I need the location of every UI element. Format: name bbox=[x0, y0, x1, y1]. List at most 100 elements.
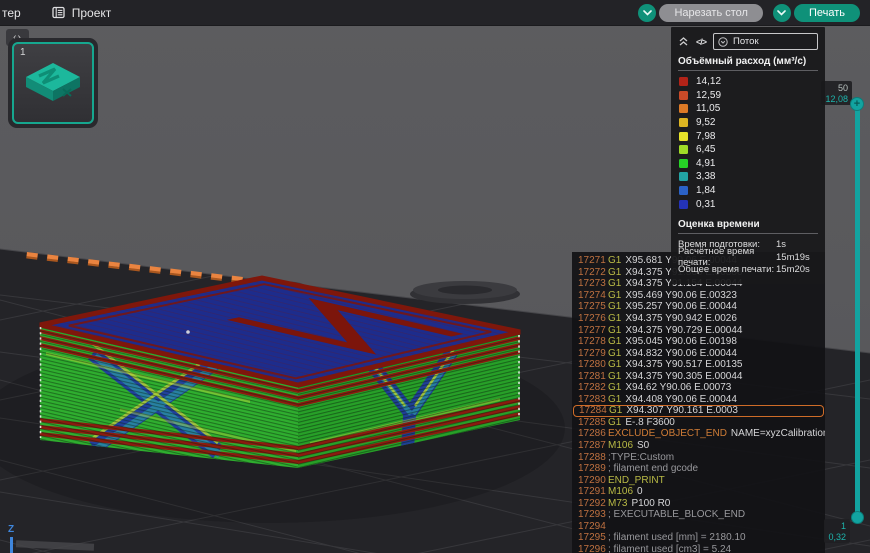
gcode-line[interactable]: 17293; EXECUTABLE_BLOCK_END bbox=[572, 509, 825, 521]
layer-slider-upper-handle[interactable]: + bbox=[850, 97, 864, 111]
legend-row: 11,05 bbox=[678, 102, 818, 116]
gcode-token: X95.045 Y90.06 E.00198 bbox=[625, 336, 737, 347]
gcode-token: G1 bbox=[608, 336, 621, 347]
gcode-line[interactable]: 17291M1060 bbox=[572, 486, 825, 498]
gcode-line-number: 17279 bbox=[578, 348, 608, 359]
time-row: Расчётное время печати:15m19s bbox=[678, 251, 818, 264]
gcode-token: X94.62 Y90.06 E.00073 bbox=[625, 382, 731, 393]
layer-slider-lower-tooltip: 1 0,32 bbox=[824, 519, 850, 543]
gcode-line[interactable]: 17282G1X94.62 Y90.06 E.00073 bbox=[572, 382, 825, 394]
gcode-line-number: 17291 bbox=[578, 486, 608, 497]
gcode-line[interactable]: 17274G1X95.469 Y90.06 E.00323 bbox=[572, 290, 825, 302]
flow-color-swatch bbox=[679, 159, 688, 168]
gcode-line-number: 17286 bbox=[578, 428, 608, 439]
slice-plate-button[interactable]: Нарезать стол bbox=[659, 4, 763, 22]
plate-number: 1 bbox=[20, 47, 26, 58]
tab-printer-partial[interactable]: тер bbox=[2, 6, 21, 20]
flow-legend-rows: 14,1212,5911,059,527,986,454,913,381,840… bbox=[678, 75, 818, 211]
gcode-line-number: 17285 bbox=[578, 417, 608, 428]
gcode-token: END_PRINT bbox=[608, 475, 665, 486]
time-value: 15m20s bbox=[776, 264, 810, 275]
gcode-line[interactable]: 17286EXCLUDE_OBJECT_ENDNAME=xyzCalibrati… bbox=[572, 428, 825, 440]
gcode-line[interactable]: 17285G1E-.8 F3600 bbox=[572, 417, 825, 429]
gcode-line-number: 17281 bbox=[578, 371, 608, 382]
lower-layer-height: 0,32 bbox=[828, 532, 846, 543]
gcode-token: G1 bbox=[608, 348, 621, 359]
gcode-line[interactable]: 17279G1X94.832 Y90.06 E.00044 bbox=[572, 347, 825, 359]
gcode-line-number: 17289 bbox=[578, 463, 608, 474]
layer-slider-lower-handle[interactable] bbox=[851, 511, 864, 524]
gcode-line[interactable]: 17296; filament used [cm3] = 5.24 bbox=[572, 544, 825, 553]
print-button[interactable]: Печать bbox=[794, 4, 860, 22]
gcode-token: EXCLUDE_OBJECT_END bbox=[608, 428, 727, 439]
gcode-line-number: 17273 bbox=[578, 278, 608, 289]
flow-value: 12,59 bbox=[696, 90, 721, 101]
gcode-token: P100 R0 bbox=[631, 498, 670, 509]
gcode-line[interactable]: 17277G1X94.375 Y90.729 E.00044 bbox=[572, 324, 825, 336]
view-mode-value: Поток bbox=[733, 36, 759, 47]
layer-slider-track[interactable] bbox=[855, 104, 860, 518]
gcode-line-number: 17271 bbox=[578, 255, 608, 266]
view-mode-dropdown[interactable]: Поток bbox=[713, 33, 818, 50]
gcode-line-number: 17272 bbox=[578, 267, 608, 278]
upper-layer-height: 12,08 bbox=[825, 94, 848, 105]
gcode-token: G1 bbox=[608, 359, 621, 370]
gcode-line[interactable]: 17276G1X94.375 Y90.942 E.0026 bbox=[572, 313, 825, 325]
time-value: 1s bbox=[776, 239, 786, 250]
gcode-token: G1 bbox=[608, 382, 621, 393]
gcode-token: G1 bbox=[608, 325, 621, 336]
gcode-line-number: 17278 bbox=[578, 336, 608, 347]
collapse-up-icon[interactable] bbox=[678, 36, 689, 47]
gcode-viewer-icon[interactable]: </> bbox=[696, 37, 706, 47]
flow-value: 0,31 bbox=[696, 199, 715, 210]
gcode-line[interactable]: 17287M106S0 bbox=[572, 440, 825, 452]
plate-thumbnail-container: 1 bbox=[8, 38, 98, 128]
gcode-token: G1 bbox=[608, 313, 621, 324]
gcode-line-number: 17280 bbox=[578, 359, 608, 370]
slice-options-button[interactable] bbox=[638, 4, 656, 22]
gcode-line[interactable]: 17280G1X94.375 Y90.517 E.00135 bbox=[572, 359, 825, 371]
legend-row: 6,45 bbox=[678, 143, 818, 157]
calibration-cube-icon bbox=[24, 59, 82, 107]
gcode-token: 0 bbox=[637, 486, 643, 497]
plate-thumbnail[interactable]: 1 bbox=[12, 42, 94, 124]
flow-color-swatch bbox=[679, 145, 688, 154]
gcode-line[interactable]: 17294 bbox=[572, 521, 825, 533]
gcode-line-number: 17293 bbox=[578, 509, 608, 520]
chevron-down-icon bbox=[643, 10, 652, 16]
tab-project-label: Проект bbox=[72, 6, 112, 20]
print-options-button[interactable] bbox=[773, 4, 791, 22]
chevron-down-icon bbox=[777, 10, 786, 16]
gcode-line-number: 17287 bbox=[578, 440, 608, 451]
gcode-token: ;TYPE:Custom bbox=[608, 452, 674, 463]
legend-row: 14,12 bbox=[678, 75, 818, 89]
gcode-line[interactable]: 17292M73P100 R0 bbox=[572, 497, 825, 509]
gcode-token: X94.408 Y90.06 E.00044 bbox=[625, 394, 737, 405]
tab-project[interactable]: Проект bbox=[52, 6, 112, 20]
slicer-preview-window: тер Проект Нарезать стол bbox=[0, 0, 870, 553]
gcode-line-number: 17277 bbox=[578, 325, 608, 336]
gcode-line[interactable]: 17284G1X94.307 Y90.161 E.0003 bbox=[573, 405, 824, 417]
flow-value: 3,38 bbox=[696, 171, 715, 182]
gcode-token: X94.375 Y90.305 E.00044 bbox=[625, 371, 742, 382]
gcode-line-number: 17288 bbox=[578, 452, 608, 463]
gcode-viewer-panel[interactable]: 17271G1X95.681 Y90.06 E.0004417272G1X94.… bbox=[572, 252, 825, 553]
legend-row: 7,98 bbox=[678, 129, 818, 143]
flow-color-swatch bbox=[679, 186, 688, 195]
gcode-line[interactable]: 17275G1X95.257 Y90.06 E.00044 bbox=[572, 301, 825, 313]
gcode-line[interactable]: 17295; filament used [mm] = 2180.10 bbox=[572, 532, 825, 544]
gcode-line-number: 17295 bbox=[578, 532, 608, 543]
gcode-token: G1 bbox=[609, 405, 622, 416]
legend-header: </> Поток bbox=[678, 33, 818, 50]
gcode-line[interactable]: 17288;TYPE:Custom bbox=[572, 451, 825, 463]
gcode-line[interactable]: 17283G1X94.408 Y90.06 E.00044 bbox=[572, 394, 825, 406]
gcode-token: M106 bbox=[608, 440, 633, 451]
gcode-line[interactable]: 17290END_PRINT bbox=[572, 474, 825, 486]
gcode-line[interactable]: 17281G1X94.375 Y90.305 E.00044 bbox=[572, 370, 825, 382]
flow-color-swatch bbox=[679, 77, 688, 86]
time-value: 15m19s bbox=[776, 252, 810, 263]
gcode-line[interactable]: 17289; filament end gcode bbox=[572, 463, 825, 475]
gcode-line[interactable]: 17278G1 X95.045 Y90.06 E.00198 bbox=[572, 336, 825, 348]
z-axis-line bbox=[10, 537, 13, 553]
gcode-token: ; filament end gcode bbox=[608, 463, 698, 474]
